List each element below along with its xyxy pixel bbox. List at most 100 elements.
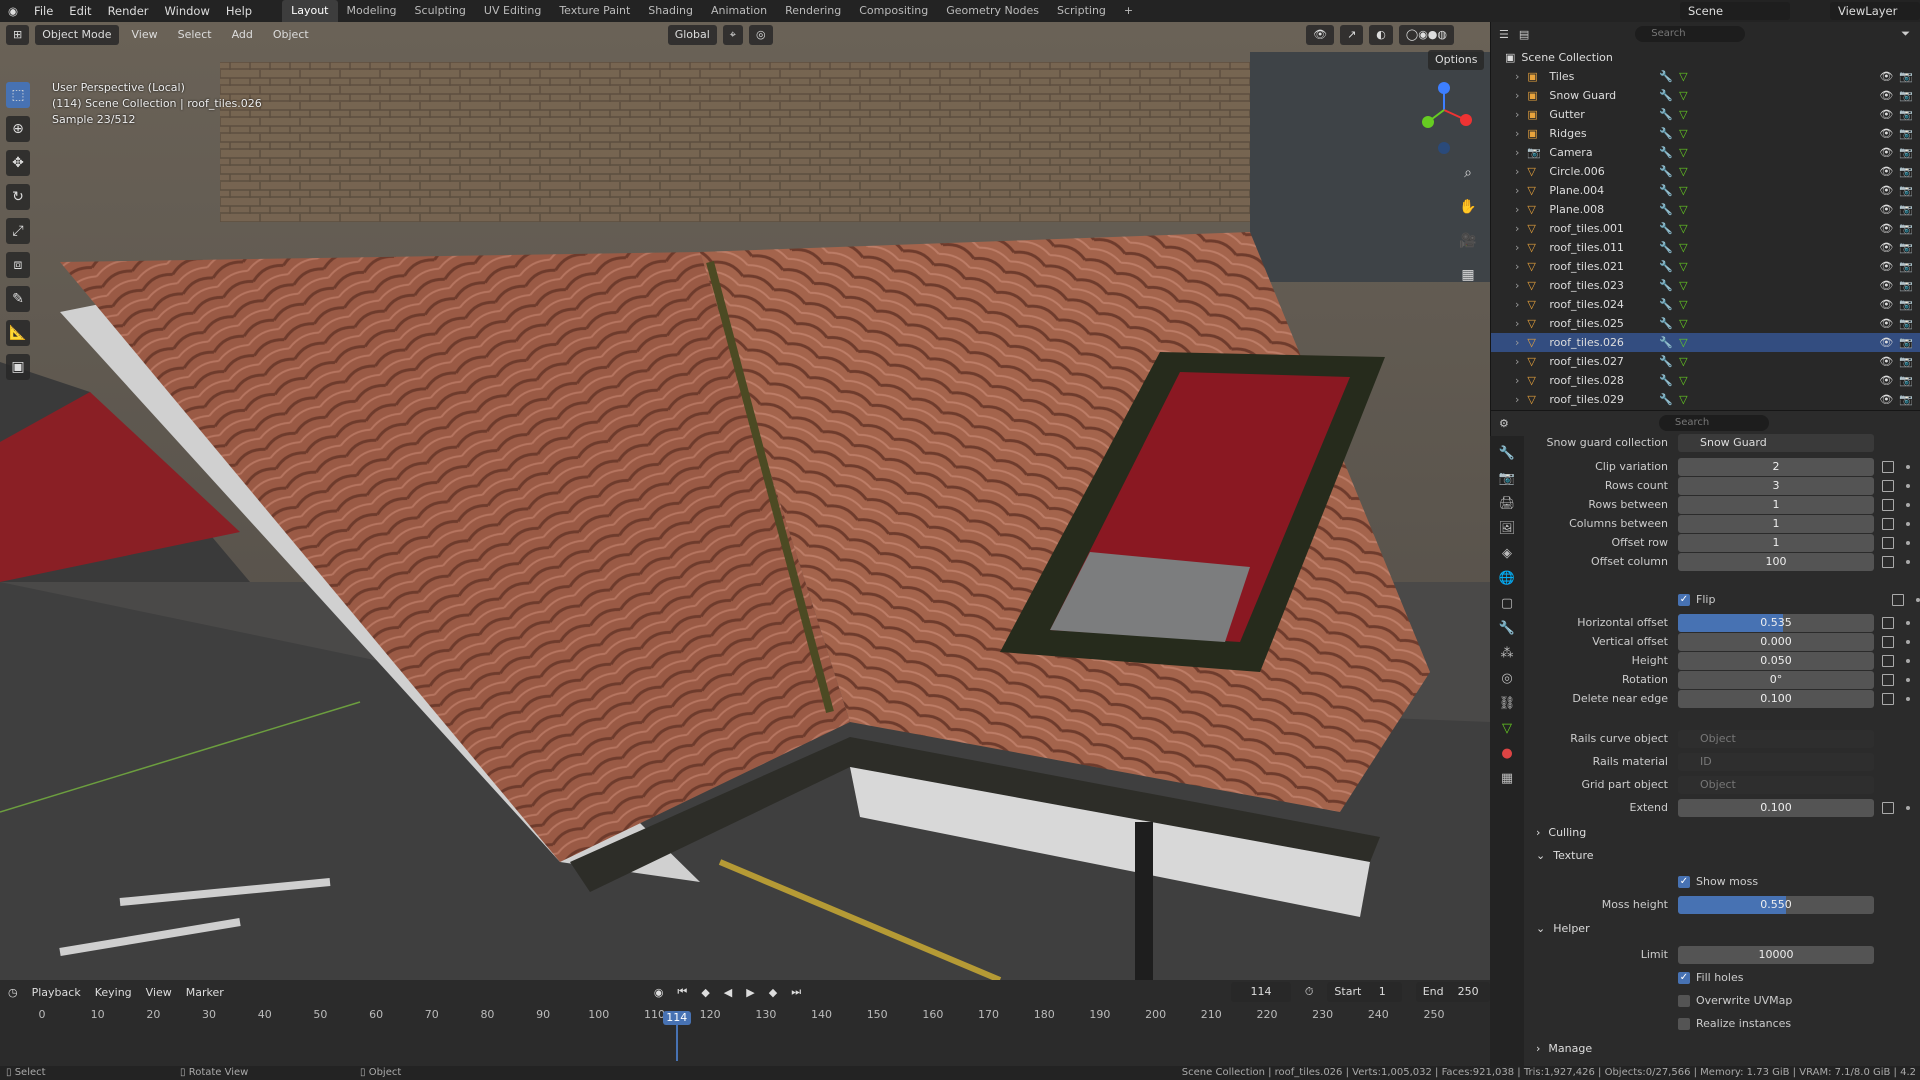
add-workspace-icon[interactable]: + [1115, 0, 1142, 22]
outliner-item-name[interactable]: Plane.008 [1549, 203, 1659, 216]
pan-hand-icon[interactable]: ✋ [1456, 194, 1480, 220]
outliner-item[interactable]: › ▽ roof_tiles.027 🔧 ▽ 👁 📷 [1491, 352, 1920, 371]
outliner-item-name[interactable]: roof_tiles.023 [1549, 279, 1659, 292]
flip-checkbox[interactable]: ✓ [1678, 593, 1690, 606]
rails-material-field[interactable]: ID [1678, 752, 1874, 771]
playhead-frame-label[interactable]: 114 [662, 1011, 691, 1025]
move-tool-icon[interactable]: ✥ [6, 150, 30, 176]
render-camera-icon[interactable]: 📷 [1899, 279, 1913, 292]
outliner-search-input[interactable]: Search [1635, 26, 1746, 42]
cursor-tool-icon[interactable]: ⊕ [6, 116, 30, 142]
outliner-item[interactable]: › ▽ roof_tiles.011 🔧 ▽ 👁 📷 [1491, 238, 1920, 257]
outliner-item-name[interactable]: roof_tiles.028 [1549, 374, 1659, 387]
outliner-item[interactable]: › ▽ roof_tiles.025 🔧 ▽ 👁 📷 [1491, 314, 1920, 333]
overwrite-uvmap-checkbox[interactable] [1678, 994, 1690, 1007]
add-cube-tool-icon[interactable]: ▣ [6, 354, 30, 380]
disclosure-chevron-icon[interactable]: › [1515, 184, 1519, 197]
jump-end-icon[interactable]: ⏭ [791, 985, 801, 999]
disclosure-chevron-icon[interactable]: › [1515, 393, 1519, 406]
visibility-eye-icon[interactable]: 👁 [1879, 355, 1893, 368]
scene-name[interactable]: Scene [1680, 2, 1790, 20]
outliner-item[interactable]: › ▣ Ridges 🔧 ▽ 👁 📷 [1491, 124, 1920, 143]
decorator-dot[interactable] [1906, 639, 1910, 644]
world-tab-icon[interactable]: 🌐 [1499, 571, 1515, 586]
outliner-item-name[interactable]: Circle.006 [1549, 165, 1659, 178]
visibility-eye-icon[interactable]: 👁 [1879, 336, 1893, 349]
outliner-item[interactable]: › ▽ roof_tiles.024 🔧 ▽ 👁 📷 [1491, 295, 1920, 314]
outliner-item-name[interactable]: roof_tiles.027 [1549, 355, 1659, 368]
next-keyframe-icon[interactable]: ◆ [769, 986, 777, 999]
navigation-gizmo[interactable] [1420, 80, 1476, 160]
visibility-eye-icon[interactable]: 👁 [1879, 317, 1893, 330]
display-mode-icon[interactable]: ▤ [1519, 28, 1529, 41]
scene-collection-row[interactable]: ▣ Scene Collection [1491, 48, 1920, 67]
play-icon[interactable]: ▶ [746, 986, 754, 999]
add-menu[interactable]: Add [225, 25, 260, 45]
visibility-eye-icon[interactable]: 👁 [1879, 108, 1893, 121]
keyframe-icon[interactable] [1882, 517, 1894, 530]
disclosure-chevron-icon[interactable]: › [1515, 165, 1519, 178]
outliner-item-name[interactable]: roof_tiles.001 [1549, 222, 1659, 235]
show-moss-checkbox[interactable]: ✓ [1678, 875, 1690, 888]
manage-panel-header[interactable]: › Manage [1536, 1038, 1592, 1058]
object-tab-icon[interactable]: ▢ [1501, 596, 1513, 611]
zoom-icon[interactable]: ⌕ [1456, 160, 1480, 186]
keyframe-icon[interactable] [1882, 635, 1894, 648]
keyframe-icon[interactable] [1882, 692, 1894, 705]
transform-tool-icon[interactable]: ⧈ [6, 252, 30, 278]
render-tab-icon[interactable]: 📷 [1499, 471, 1515, 486]
outliner-item-name[interactable]: Snow Guard [1549, 89, 1659, 102]
outliner-item[interactable]: › ▽ roof_tiles.029 🔧 ▽ 👁 📷 [1491, 390, 1920, 409]
outliner-item[interactable]: › ▽ roof_tiles.028 🔧 ▽ 👁 📷 [1491, 371, 1920, 390]
visibility-eye-icon[interactable]: 👁 [1879, 203, 1893, 216]
disclosure-chevron-icon[interactable]: › [1515, 374, 1519, 387]
disclosure-chevron-icon[interactable]: › [1515, 89, 1519, 102]
outliner-item[interactable]: › 📷 Camera 🔧 ▽ 👁 📷 [1491, 143, 1920, 162]
view-layer-name[interactable]: ViewLayer [1830, 2, 1920, 20]
disclosure-chevron-icon[interactable]: › [1515, 108, 1519, 121]
tab-geometry-nodes[interactable]: Geometry Nodes [937, 0, 1048, 22]
keyframe-icon[interactable] [1882, 498, 1894, 511]
object-menu[interactable]: Object [266, 25, 316, 45]
select-menu[interactable]: Select [171, 25, 219, 45]
property-value-field[interactable]: 0° [1678, 670, 1874, 689]
decorator-dot[interactable] [1906, 620, 1910, 625]
property-value-field[interactable]: 0.050 [1678, 651, 1874, 670]
shading-modes[interactable]: ◯◉●◍ [1398, 25, 1454, 45]
disclosure-chevron-icon[interactable]: › [1515, 279, 1519, 292]
visibility-eye-icon[interactable]: 👁 [1879, 298, 1893, 311]
property-value-field[interactable]: 2 [1678, 457, 1874, 476]
transform-orientation-dropdown[interactable]: Global [667, 25, 717, 45]
mode-dropdown[interactable]: Object Mode [35, 25, 119, 45]
decorator-dot[interactable] [1906, 677, 1910, 682]
culling-panel-header[interactable]: › Culling [1536, 822, 1586, 842]
timeline-editor-icon[interactable]: ◷ [8, 986, 18, 999]
playback-menu[interactable]: Playback [32, 986, 81, 999]
decorator-dot[interactable] [1906, 696, 1910, 701]
render-camera-icon[interactable]: 📷 [1899, 184, 1913, 197]
menu-file[interactable]: File [26, 0, 61, 22]
render-camera-icon[interactable]: 📷 [1899, 393, 1913, 406]
disclosure-chevron-icon[interactable]: › [1515, 241, 1519, 254]
visibility-eye-icon[interactable]: 👁 [1879, 165, 1893, 178]
outliner-item[interactable]: › ▽ roof_tiles.001 🔧 ▽ 👁 📷 [1491, 219, 1920, 238]
tab-rendering[interactable]: Rendering [776, 0, 850, 22]
disclosure-chevron-icon[interactable]: › [1515, 317, 1519, 330]
play-reverse-icon[interactable]: ◀ [724, 986, 732, 999]
constraints-tab-icon[interactable]: ⛓ [1499, 696, 1516, 711]
outliner-item-name[interactable]: Tiles [1549, 70, 1659, 83]
property-value-field[interactable]: 1 [1678, 533, 1874, 552]
visibility-eye-icon[interactable]: 👁 [1879, 70, 1893, 83]
outliner-item-name[interactable]: roof_tiles.024 [1549, 298, 1659, 311]
proportional-edit-icon[interactable]: ◎ [748, 25, 773, 45]
render-camera-icon[interactable]: 📷 [1899, 336, 1913, 349]
extend-field[interactable]: 0.100 [1678, 798, 1874, 817]
snow-guard-collection-field[interactable]: Snow Guard [1678, 433, 1874, 452]
annotate-tool-icon[interactable]: ✎ [6, 286, 30, 312]
scene-tab-icon[interactable]: ◈ [1502, 546, 1512, 561]
disclosure-chevron-icon[interactable]: › [1515, 260, 1519, 273]
outliner-item-name[interactable]: roof_tiles.025 [1549, 317, 1659, 330]
decorator-dot[interactable] [1906, 502, 1910, 507]
filter-icon[interactable]: ⏷ [1901, 27, 1910, 41]
jump-start-icon[interactable]: ⏮ [677, 985, 687, 999]
